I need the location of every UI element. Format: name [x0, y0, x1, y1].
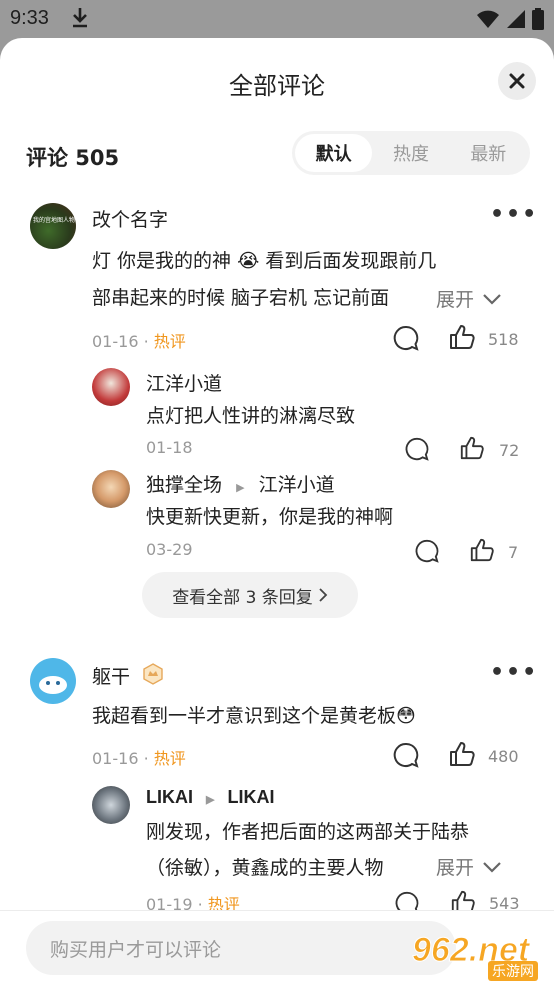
more-options-icon[interactable]: •••	[490, 660, 538, 685]
reply-author: 独撑全场 ▶ 江洋小道	[146, 470, 335, 497]
view-all-label: 查看全部 3 条回复	[172, 587, 313, 608]
like-icon[interactable]	[448, 740, 476, 768]
comment-text-line1: 灯 你是我的的神 😭 看到后面发现跟前几	[92, 250, 437, 272]
site-watermark: 962.net 乐游网	[411, 931, 548, 981]
reply-icon[interactable]	[392, 324, 420, 352]
reply-text-line2: （徐敏），黄鑫成的主要人物	[146, 857, 384, 879]
download-icon	[70, 6, 90, 32]
close-icon	[509, 73, 525, 89]
chevron-down-icon	[483, 861, 501, 873]
reply-author-name[interactable]: 独撑全场	[146, 474, 222, 496]
avatar[interactable]	[92, 368, 130, 406]
reply-date: 03-29	[146, 540, 193, 559]
like-icon[interactable]	[448, 323, 476, 351]
avatar-caption: 我的宫地图人物	[33, 217, 76, 224]
expand-label: 展开	[436, 857, 475, 879]
comment-input-bar: 购买用户才可以评论 962.net 乐游网	[0, 910, 554, 984]
reply-text: 快更新快更新，你是我的神啊	[146, 506, 394, 528]
hot-badge: 热评	[153, 749, 186, 768]
like-count: 72	[499, 441, 520, 460]
comment-text-line1: 我超看到一半才意识到这个是黄老板😳	[92, 705, 416, 727]
status-time: 9:33	[10, 7, 49, 29]
comment-count: 评论 505	[26, 146, 120, 170]
wifi-icon	[476, 9, 500, 33]
reply-arrow-icon: ▶	[206, 794, 215, 806]
reply-icon[interactable]	[414, 538, 440, 564]
close-button[interactable]	[498, 62, 536, 100]
avatar[interactable]	[92, 786, 130, 824]
reply-author: LIKAI ▶ LIKAI	[146, 787, 275, 808]
reply-text-line1: 刚发现，作者把后面的这两部关于陆恭	[146, 821, 470, 843]
comment-author[interactable]: 躯干	[92, 662, 130, 689]
comment-meta: 01-16 · 热评	[92, 328, 186, 352]
comments-sheet: 全部评论 评论 505 默认 热度 最新 我的宫地图人物 改个名字 ••• 灯 …	[0, 38, 554, 984]
comment-date: 01-16	[92, 332, 139, 351]
battery-icon	[532, 8, 544, 34]
chevron-right-icon	[319, 588, 328, 602]
expand-label: 展开	[436, 289, 475, 311]
like-count: 480	[488, 747, 519, 766]
meta-separator: ·	[143, 749, 149, 768]
status-bar: 9:33	[0, 0, 554, 38]
expand-button[interactable]: 展开	[426, 853, 503, 880]
reply-icon[interactable]	[404, 436, 430, 462]
reply-author-name[interactable]: LIKAI	[146, 787, 193, 807]
status-icons	[476, 8, 544, 34]
like-icon[interactable]	[469, 537, 495, 563]
like-count: 518	[488, 330, 519, 349]
watermark-sub: 乐游网	[488, 961, 538, 981]
reply-arrow-icon: ▶	[236, 481, 245, 494]
reply-to-name[interactable]: LIKAI	[228, 787, 275, 807]
level-badge-icon	[143, 663, 163, 685]
hot-badge: 热评	[153, 332, 186, 351]
comment-author[interactable]: 改个名字	[92, 205, 168, 232]
comment-date: 01-16	[92, 749, 139, 768]
tab-hot[interactable]: 热度	[372, 134, 449, 172]
reply-text: 点灯把人性讲的淋漓尽致	[146, 405, 356, 427]
reply-icon[interactable]	[392, 741, 420, 769]
avatar[interactable]	[30, 658, 76, 704]
view-all-replies-button[interactable]: 查看全部 3 条回复	[142, 572, 358, 618]
like-icon[interactable]	[459, 435, 485, 461]
chevron-down-icon	[483, 293, 501, 305]
avatar-whale-icon	[39, 676, 67, 694]
meta-separator: ·	[143, 332, 149, 351]
more-options-icon[interactable]: •••	[490, 202, 538, 227]
comment-input[interactable]: 购买用户才可以评论	[26, 921, 456, 975]
signal-icon	[506, 9, 526, 33]
reply-author[interactable]: 江洋小道	[146, 369, 222, 396]
tab-default[interactable]: 默认	[295, 134, 373, 172]
reply-to-name[interactable]: 江洋小道	[259, 474, 335, 496]
sort-tabs: 默认 热度 最新	[292, 131, 530, 175]
avatar[interactable]: 我的宫地图人物	[30, 203, 76, 249]
comment-text-line2: 部串起来的时候 脑子宕机 忘记前面	[92, 287, 390, 309]
comment-meta: 01-16 · 热评	[92, 745, 186, 769]
avatar[interactable]	[92, 470, 130, 508]
reply-date: 01-18	[146, 438, 193, 457]
like-count: 7	[508, 543, 519, 562]
sheet-title: 全部评论	[229, 72, 325, 100]
expand-button[interactable]: 展开	[426, 285, 503, 312]
tab-newest[interactable]: 最新	[450, 134, 527, 172]
